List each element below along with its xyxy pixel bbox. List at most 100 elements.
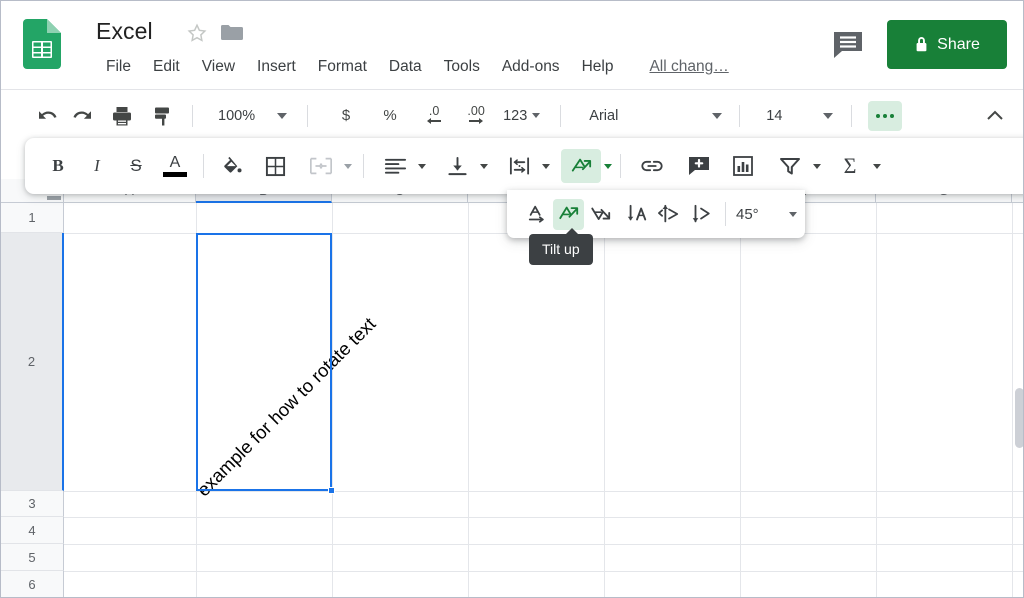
undo-icon[interactable] [31,99,65,133]
collapse-toolbar-button[interactable] [979,100,1011,132]
text-rotation-icon[interactable] [561,149,601,183]
menu-item-tools[interactable]: Tools [433,56,491,78]
toolbar-divider [725,202,726,226]
toolbar-divider [739,105,740,127]
comment-icon[interactable] [828,26,868,64]
more-dot-icon [876,114,880,118]
chevron-down-icon[interactable] [344,164,352,169]
increase-decimal-button[interactable]: .00 [459,99,493,133]
italic-button[interactable]: I [80,149,114,183]
menu-item-view[interactable]: View [191,56,246,78]
increase-decimal-label: .00 [467,106,484,117]
rotation-option-stack-vertically[interactable] [621,199,652,230]
fill-handle[interactable] [328,487,335,494]
primary-toolbar: 100% $ % .0 .00 123 Arial 14 [1,89,1024,141]
rotation-option-tilt-up[interactable] [553,199,584,230]
paint-format-icon[interactable] [146,99,180,133]
tooltip-tilt-up: Tilt up [529,234,593,265]
folder-icon[interactable] [221,24,243,42]
gridline-vertical [332,203,333,598]
strikethrough-button[interactable]: S [119,149,153,183]
number-format-label: 123 [503,108,527,124]
chart-icon[interactable] [726,149,760,183]
chevron-down-icon[interactable] [813,164,821,169]
number-format-selector[interactable]: 123 [497,101,546,131]
percent-format-button[interactable]: % [373,99,407,133]
row-header-5[interactable]: 5 [1,544,64,571]
gridline-vertical [1012,203,1013,598]
menu-item-file[interactable]: File [95,56,142,78]
bold-button[interactable]: B [41,149,75,183]
menu-item-format[interactable]: Format [307,56,378,78]
rotation-option-tilt-down[interactable] [585,199,616,230]
more-toolbar-options-button[interactable] [868,101,902,131]
borders-icon[interactable] [258,149,292,183]
lock-icon [914,36,929,54]
fill-color-icon[interactable] [215,149,249,183]
save-status-link[interactable]: All chang… [638,56,739,78]
rotation-option-none[interactable] [521,199,552,230]
font-size-selector[interactable]: 14 [753,101,839,131]
chevron-down-icon[interactable] [789,212,797,217]
text-color-button[interactable]: A [158,149,192,183]
font-family-selector[interactable]: Arial [576,101,728,131]
more-dot-icon [890,114,894,118]
chevron-down-icon[interactable] [418,164,426,169]
toolbar-divider [560,105,561,127]
chevron-down-icon [532,113,540,118]
vertical-align-icon[interactable] [437,149,477,183]
row-header-2[interactable]: 2 [1,233,64,491]
link-icon[interactable] [632,149,672,183]
spreadsheet-grid[interactable]: A B C D E F G 1 2 3 4 5 6 example for ho… [1,179,1024,598]
chevron-down-icon[interactable] [604,164,612,169]
decrease-decimal-button[interactable]: .0 [417,99,451,133]
chevron-down-icon [277,113,287,119]
text-color-swatch [163,172,187,177]
gridline-horizontal [64,571,1024,572]
text-wrapping-icon[interactable] [499,149,539,183]
rotation-option-rotate-up[interactable] [653,199,684,230]
functions-button[interactable]: Σ [833,149,867,183]
text-rotation-dropdown: 45° [507,190,805,238]
merge-cells-icon[interactable] [301,149,341,183]
share-button-label: Share [937,36,980,54]
chevron-down-icon[interactable] [480,164,488,169]
selected-cell-outline[interactable] [196,233,332,491]
chevron-down-icon[interactable] [542,164,550,169]
font-family-value: Arial [582,108,710,124]
menu-item-addons[interactable]: Add-ons [491,56,571,78]
star-outline-icon[interactable] [186,22,208,44]
currency-format-button[interactable]: $ [329,99,363,133]
toolbar-divider [203,154,204,178]
text-color-label: A [170,155,181,171]
print-icon[interactable] [105,99,139,133]
toolbar-divider [307,105,308,127]
vertical-scrollbar[interactable] [1015,388,1024,448]
row-header-1[interactable]: 1 [1,203,64,233]
document-title[interactable]: Excel [96,18,153,45]
row-header-3[interactable]: 3 [1,491,64,517]
redo-icon[interactable] [65,99,99,133]
filter-icon[interactable] [770,149,810,183]
secondary-toolbar: B I S A [25,138,1024,194]
menu-item-data[interactable]: Data [378,56,433,78]
decrease-decimal-label: .0 [429,106,439,117]
zoom-selector[interactable]: 100% [212,101,293,131]
menu-item-help[interactable]: Help [571,56,625,78]
gridline-vertical [740,203,741,598]
add-comment-icon[interactable] [682,149,716,183]
menu-bar: File Edit View Insert Format Data Tools … [95,56,740,78]
row-header-4[interactable]: 4 [1,517,64,544]
rotation-angle-value[interactable]: 45° [736,206,759,223]
gridline-horizontal [64,544,1024,545]
rotation-option-rotate-down[interactable] [685,199,716,230]
share-button[interactable]: Share [887,20,1007,69]
row-header-6[interactable]: 6 [1,571,64,598]
horizontal-align-icon[interactable] [375,149,415,183]
toolbar-divider [620,154,621,178]
chevron-down-icon [712,113,722,119]
menu-item-insert[interactable]: Insert [246,56,307,78]
menu-item-edit[interactable]: Edit [142,56,191,78]
chevron-down-icon[interactable] [873,164,881,169]
font-size-value: 14 [759,108,807,124]
